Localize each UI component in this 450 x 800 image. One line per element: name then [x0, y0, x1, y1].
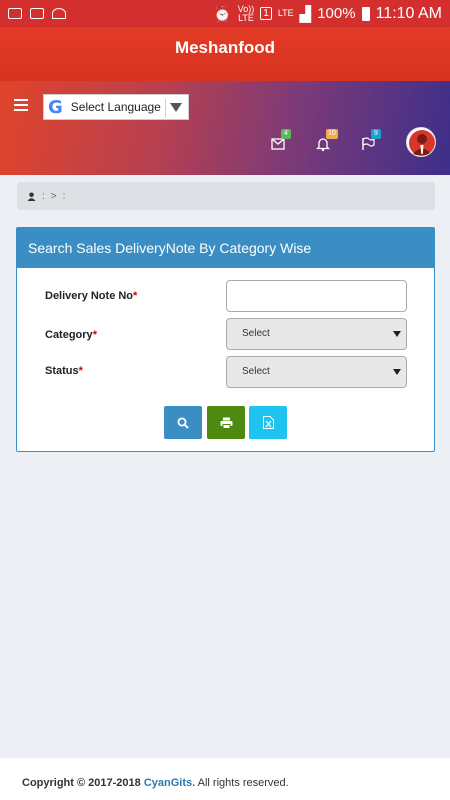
- notifications-button[interactable]: 10: [315, 129, 338, 152]
- footer: Copyright © 2017-2018 CyanGits. All righ…: [0, 758, 450, 800]
- clock: 11:10 AM: [375, 4, 442, 22]
- delivery-note-input[interactable]: [226, 280, 407, 312]
- alarm-icon: ⏰: [213, 5, 232, 23]
- category-label: Category*: [45, 329, 97, 341]
- category-select-value: Select: [242, 328, 270, 339]
- status-select[interactable]: Select: [226, 356, 407, 388]
- language-selector[interactable]: G Select Language: [43, 94, 189, 120]
- search-button[interactable]: [164, 406, 202, 439]
- breadcrumb-separator: :: [62, 190, 66, 202]
- mail-icon: [271, 138, 285, 150]
- divider: [165, 99, 166, 117]
- avatar[interactable]: [406, 127, 436, 157]
- chevron-down-icon: [393, 331, 401, 337]
- battery-icon: [361, 6, 370, 21]
- sim-indicator: 1: [260, 7, 272, 20]
- breadcrumb: : > :: [17, 182, 435, 210]
- chevron-down-icon: [393, 369, 401, 375]
- app-bar: Meshanfood: [0, 27, 450, 81]
- category-select[interactable]: Select: [226, 318, 407, 350]
- notifications-badge: 10: [326, 129, 338, 139]
- messages-badge: 4: [281, 129, 291, 139]
- language-selector-label: Select Language: [70, 100, 161, 114]
- bell-icon: [315, 138, 331, 152]
- excel-file-icon: [262, 416, 274, 429]
- printer-icon: [220, 417, 232, 429]
- brand-link[interactable]: CyanGits.: [144, 777, 195, 789]
- status-bar: ⏰ Vo)) LTE 1 LTE ▟ 100% 11:10 AM: [0, 0, 450, 27]
- status-label: Status*: [45, 365, 83, 377]
- search-panel: Search Sales DeliveryNote By Category Wi…: [16, 227, 435, 452]
- wifi-hotspot-icon: [52, 8, 66, 19]
- menu-icon[interactable]: [14, 99, 28, 111]
- volte-indicator: Vo)) LTE: [237, 3, 255, 23]
- google-logo-icon: G: [48, 96, 63, 118]
- export-excel-button[interactable]: [249, 406, 287, 439]
- flag-icon: [362, 137, 375, 150]
- rights-text: All rights reserved.: [195, 777, 289, 789]
- search-icon: [177, 417, 189, 429]
- messages-button[interactable]: 4: [271, 129, 291, 151]
- signal-icon: ▟: [299, 5, 312, 23]
- tasks-button[interactable]: 9: [361, 129, 381, 151]
- header: G Select Language 4 10 9: [0, 81, 450, 175]
- breadcrumb-separator: :: [42, 190, 45, 202]
- user-avatar-icon: [409, 130, 435, 156]
- user-icon: [27, 192, 36, 201]
- copyright-text: Copyright © 2017-2018: [22, 777, 144, 789]
- gallery-icon: [8, 8, 22, 19]
- print-button[interactable]: [207, 406, 245, 439]
- delivery-note-label: Delivery Note No*: [45, 290, 138, 302]
- app-title: Meshanfood: [174, 38, 276, 57]
- status-select-value: Select: [242, 366, 270, 377]
- lte-indicator: LTE: [277, 8, 294, 18]
- laptop-icon: [30, 8, 44, 19]
- breadcrumb-separator: >: [50, 190, 57, 202]
- tasks-badge: 9: [371, 129, 381, 139]
- battery-percent: 100%: [317, 5, 356, 22]
- panel-title: Search Sales DeliveryNote By Category Wi…: [17, 228, 434, 268]
- dropdown-caret-icon: [170, 103, 182, 112]
